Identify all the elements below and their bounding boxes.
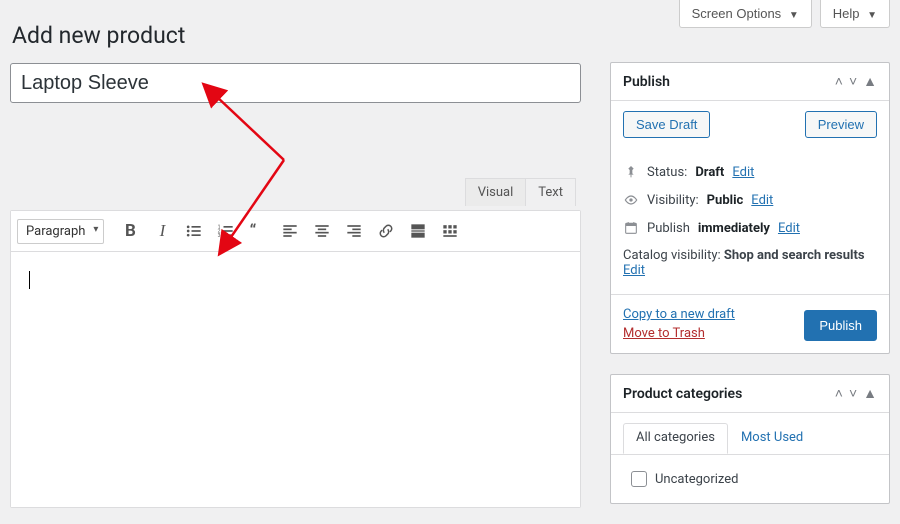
readmore-button[interactable] [404,217,432,245]
status-edit-link[interactable]: Edit [732,165,754,180]
publish-date-edit-link[interactable]: Edit [778,221,800,236]
screen-options-button[interactable]: Screen Options ▼ [679,0,812,28]
tab-most-used[interactable]: Most Used [728,423,816,454]
metabox-down-icon[interactable]: ˅ [849,385,857,402]
help-label: Help [833,6,860,21]
publish-heading: Publish [623,74,670,90]
chevron-down-icon: ▼ [867,10,877,21]
align-center-button[interactable] [308,217,336,245]
align-right-button[interactable] [340,217,368,245]
pin-icon [623,164,639,180]
catalog-label: Catalog visibility: [623,248,721,263]
link-button[interactable] [372,217,400,245]
page-title: Add new product [12,22,590,49]
metabox-toggle-icon[interactable]: ▲ [863,73,877,90]
italic-button[interactable]: I [148,217,176,245]
svg-text:“: “ [250,222,257,241]
visibility-edit-link[interactable]: Edit [751,193,773,208]
calendar-icon [623,220,639,236]
align-left-button[interactable] [276,217,304,245]
tab-text[interactable]: Text [526,178,576,206]
tab-visual[interactable]: Visual [465,178,527,206]
metabox-up-icon[interactable]: ˄ [835,385,843,402]
bullet-list-button[interactable] [180,217,208,245]
tab-all-categories[interactable]: All categories [623,423,728,454]
status-value: Draft [695,165,724,180]
categories-heading: Product categories [623,386,742,402]
chevron-down-icon: ▼ [789,10,799,21]
catalog-value: Shop and search results [724,248,865,263]
preview-button[interactable]: Preview [805,111,877,138]
toolbar-toggle-button[interactable] [436,217,464,245]
text-cursor [29,271,30,289]
numbered-list-button[interactable]: 123 [212,217,240,245]
metabox-toggle-icon[interactable]: ▲ [863,385,877,402]
status-label: Status: [647,165,687,180]
eye-icon [623,192,639,208]
blockquote-button[interactable]: “ [244,217,272,245]
visibility-label: Visibility: [647,193,699,208]
bold-button[interactable]: B [116,217,144,245]
content-editor[interactable] [11,252,580,507]
editor-mode-tabs: Visual Text [10,173,581,206]
move-to-trash-link[interactable]: Move to Trash [623,326,735,341]
screen-options-label: Screen Options [692,6,782,21]
category-item[interactable]: Uncategorized [631,467,869,491]
publish-button[interactable]: Publish [804,310,877,341]
publish-date-value: immediately [698,221,770,236]
copy-draft-link[interactable]: Copy to a new draft [623,307,735,322]
publish-metabox: Publish ˄ ˅ ▲ Save Draft Preview Status:… [610,62,890,354]
metabox-up-icon[interactable]: ˄ [835,73,843,90]
help-button[interactable]: Help ▼ [820,0,890,28]
category-checkbox[interactable] [631,471,647,487]
publish-date-label: Publish [647,221,690,236]
editor-toolbar: Paragraph B I 123 “ [11,211,580,252]
category-label: Uncategorized [655,472,738,487]
svg-text:3: 3 [218,233,221,239]
catalog-edit-link[interactable]: Edit [623,263,645,278]
categories-metabox: Product categories ˄ ˅ ▲ All categories … [610,374,890,504]
metabox-down-icon[interactable]: ˅ [849,73,857,90]
product-title-input[interactable] [10,63,581,103]
save-draft-button[interactable]: Save Draft [623,111,710,138]
visibility-value: Public [707,193,744,208]
format-select[interactable]: Paragraph [17,219,104,244]
